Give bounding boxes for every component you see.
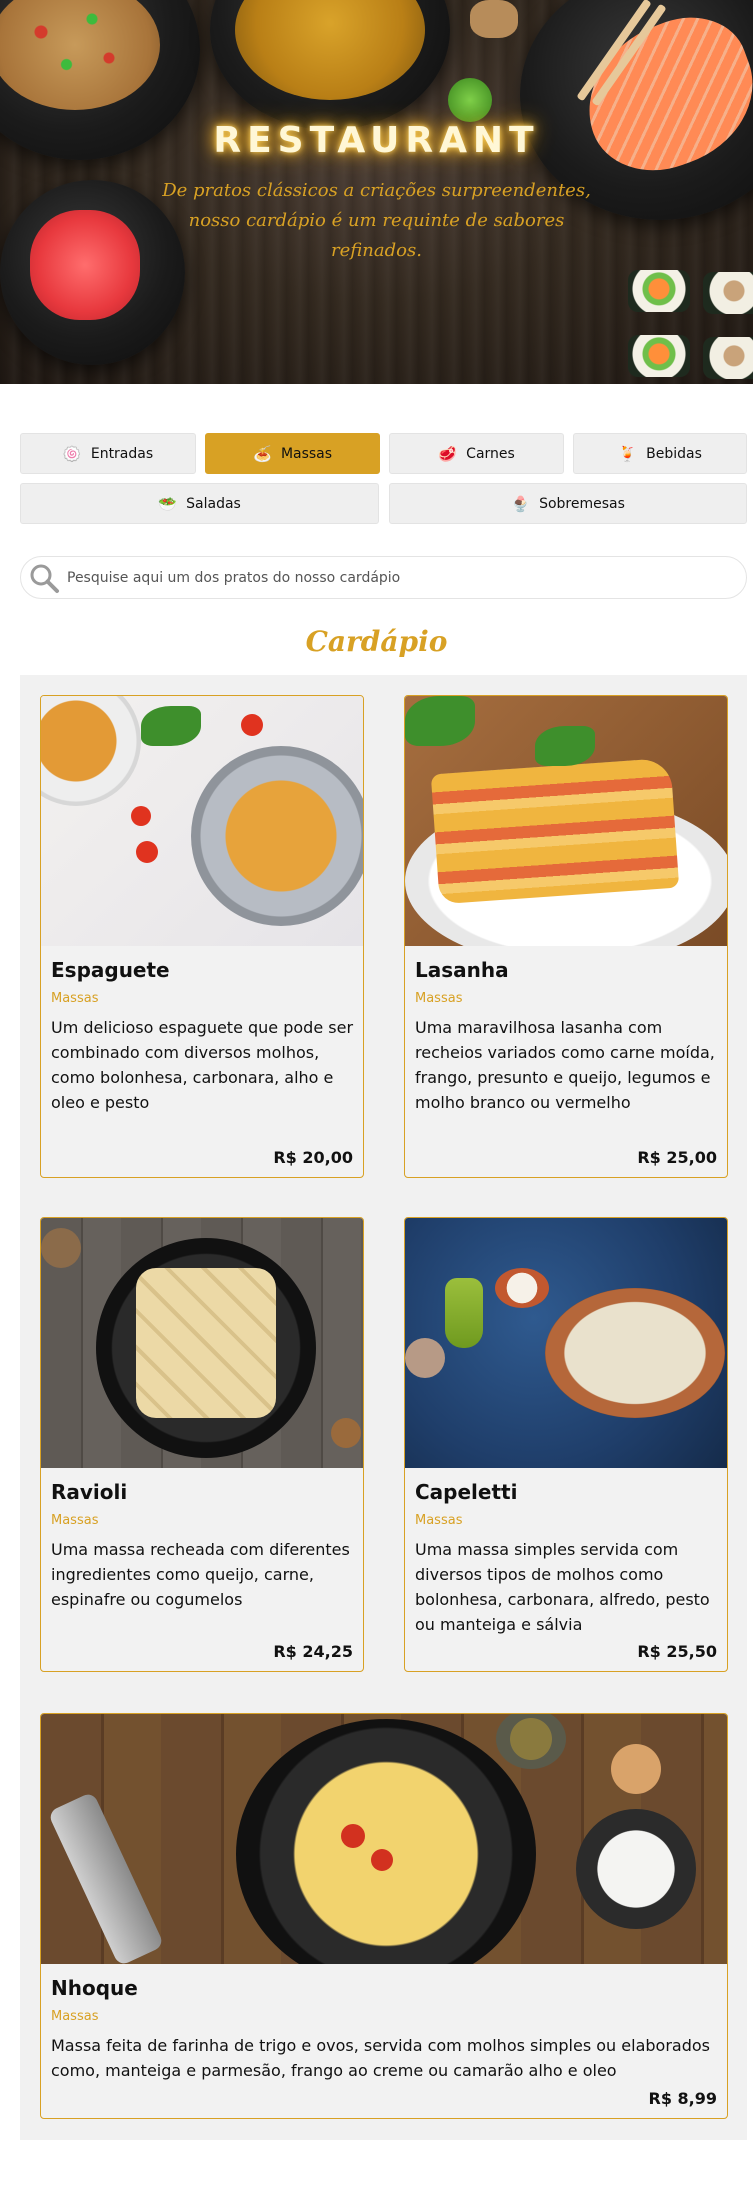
- dish-price: R$ 24,25: [273, 1642, 353, 1661]
- dish-name: Nhoque: [51, 1976, 138, 2000]
- tomato-image: [131, 806, 151, 826]
- ravioli-image: [41, 1218, 363, 1468]
- sauce-bowl-image: [495, 1268, 549, 1308]
- category-label: Entradas: [90, 445, 154, 462]
- category-label: Bebidas: [646, 445, 702, 462]
- menu-card-lasanha[interactable]: Lasanha Massas Uma maravilhosa lasanha c…: [404, 695, 728, 1178]
- onion-image: [331, 1418, 361, 1448]
- sushi-roll-image: [703, 272, 753, 314]
- ravioli-pasta-image: [136, 1268, 276, 1418]
- tomato-image: [136, 841, 158, 863]
- dish-name: Lasanha: [415, 958, 509, 982]
- dish-category: Massas: [415, 1513, 463, 1528]
- dish-category: Massas: [51, 1513, 99, 1528]
- category-label: Massas: [280, 445, 333, 462]
- search-input[interactable]: [67, 563, 727, 593]
- cork-image: [611, 1744, 661, 1794]
- sushi-roll-image: [628, 335, 690, 377]
- category-button-bebidas[interactable]: 🍹 Bebidas: [573, 433, 747, 474]
- cream-bowl-image: [576, 1809, 696, 1929]
- dish-price: R$ 25,00: [637, 1148, 717, 1167]
- cheese-grater-image: [47, 1791, 165, 1964]
- tomato-image: [371, 1849, 393, 1871]
- category-label: Carnes: [466, 445, 515, 462]
- gnocchi-pan-image: [236, 1719, 536, 1964]
- tomato-image: [341, 1824, 365, 1848]
- dish-price: R$ 25,50: [637, 1642, 717, 1661]
- carnes-icon: 🥩: [438, 444, 457, 463]
- search-icon[interactable]: [27, 561, 61, 595]
- massas-icon: 🍝: [252, 444, 272, 463]
- mushroom-image: [41, 1228, 81, 1268]
- category-label: Saladas: [186, 495, 241, 512]
- dish-category: Massas: [51, 991, 99, 1006]
- dish-description: Uma massa simples servida com diversos t…: [415, 1540, 710, 1634]
- dish-category: Massas: [51, 2009, 99, 2024]
- menu-card-ravioli[interactable]: Ravioli Massas Uma massa recheada com di…: [40, 1217, 364, 1672]
- sobremesas-icon: 🍨: [511, 494, 530, 513]
- espaguete-image: [41, 696, 363, 946]
- menu-card-capeletti[interactable]: Capeletti Massas Uma massa simples servi…: [404, 1217, 728, 1672]
- restaurant-title: RESTAURANT: [213, 120, 540, 161]
- menu-card-espaguete[interactable]: Espaguete Massas Um delicioso espaguete …: [40, 695, 364, 1178]
- spaghetti-plate-image: [41, 696, 141, 806]
- capeletti-image: [405, 1218, 727, 1468]
- spice-jar-image: [496, 1714, 566, 1769]
- basil-image: [405, 696, 475, 746]
- saladas-icon: 🥗: [158, 494, 177, 513]
- dish-name: Espaguete: [51, 958, 170, 982]
- garlic-image: [405, 1338, 445, 1378]
- menu-title: Cardápio: [305, 625, 448, 658]
- dish-price: R$ 20,00: [273, 1148, 353, 1167]
- category-button-entradas[interactable]: 🍥 Entradas: [20, 433, 196, 474]
- menu-card-nhoque[interactable]: Nhoque Massas Massa feita de farinha de …: [40, 1713, 728, 2119]
- dish-price: R$ 8,99: [648, 2089, 718, 2108]
- bebidas-icon: 🍹: [618, 444, 637, 463]
- sushi-roll-image: [703, 337, 753, 379]
- category-button-massas[interactable]: 🍝 Massas: [205, 433, 380, 474]
- tomato-image: [241, 714, 263, 736]
- dish-description: Massa feita de farinha de trigo e ovos, …: [51, 2036, 710, 2080]
- entradas-icon: 🍥: [62, 444, 82, 463]
- dish-description: Um delicioso espaguete que pode ser comb…: [51, 1018, 354, 1112]
- lasagna-slice-image: [430, 757, 680, 905]
- olive-oil-bottle-image: [445, 1278, 483, 1348]
- herb-garnish-image: [448, 78, 492, 122]
- ginger-root-image: [470, 0, 518, 38]
- dish-name: Ravioli: [51, 1480, 128, 1504]
- hero-subtitle: De pratos clássicos a criações surpreend…: [162, 180, 591, 261]
- dish-description: Uma massa recheada com diferentes ingred…: [51, 1540, 350, 1609]
- nhoque-image: [41, 1714, 727, 1964]
- basil-image: [535, 726, 595, 766]
- spaghetti-plate-image: [191, 746, 363, 926]
- lasanha-image: [405, 696, 727, 946]
- search-bar: [20, 556, 747, 599]
- dish-category: Massas: [415, 991, 463, 1006]
- sushi-roll-image: [628, 270, 690, 312]
- category-button-carnes[interactable]: 🥩 Carnes: [389, 433, 564, 474]
- category-button-sobremesas[interactable]: 🍨 Sobremesas: [389, 483, 747, 524]
- dish-description: Uma maravilhosa lasanha com recheios var…: [415, 1018, 715, 1112]
- hero-banner: RESTAURANT De pratos clássicos a criaçõe…: [0, 0, 753, 384]
- dish-name: Capeletti: [415, 1480, 518, 1504]
- category-button-saladas[interactable]: 🥗 Saladas: [20, 483, 379, 524]
- category-label: Sobremesas: [539, 495, 625, 512]
- basil-image: [141, 706, 201, 746]
- capeletti-plate-image: [545, 1288, 725, 1418]
